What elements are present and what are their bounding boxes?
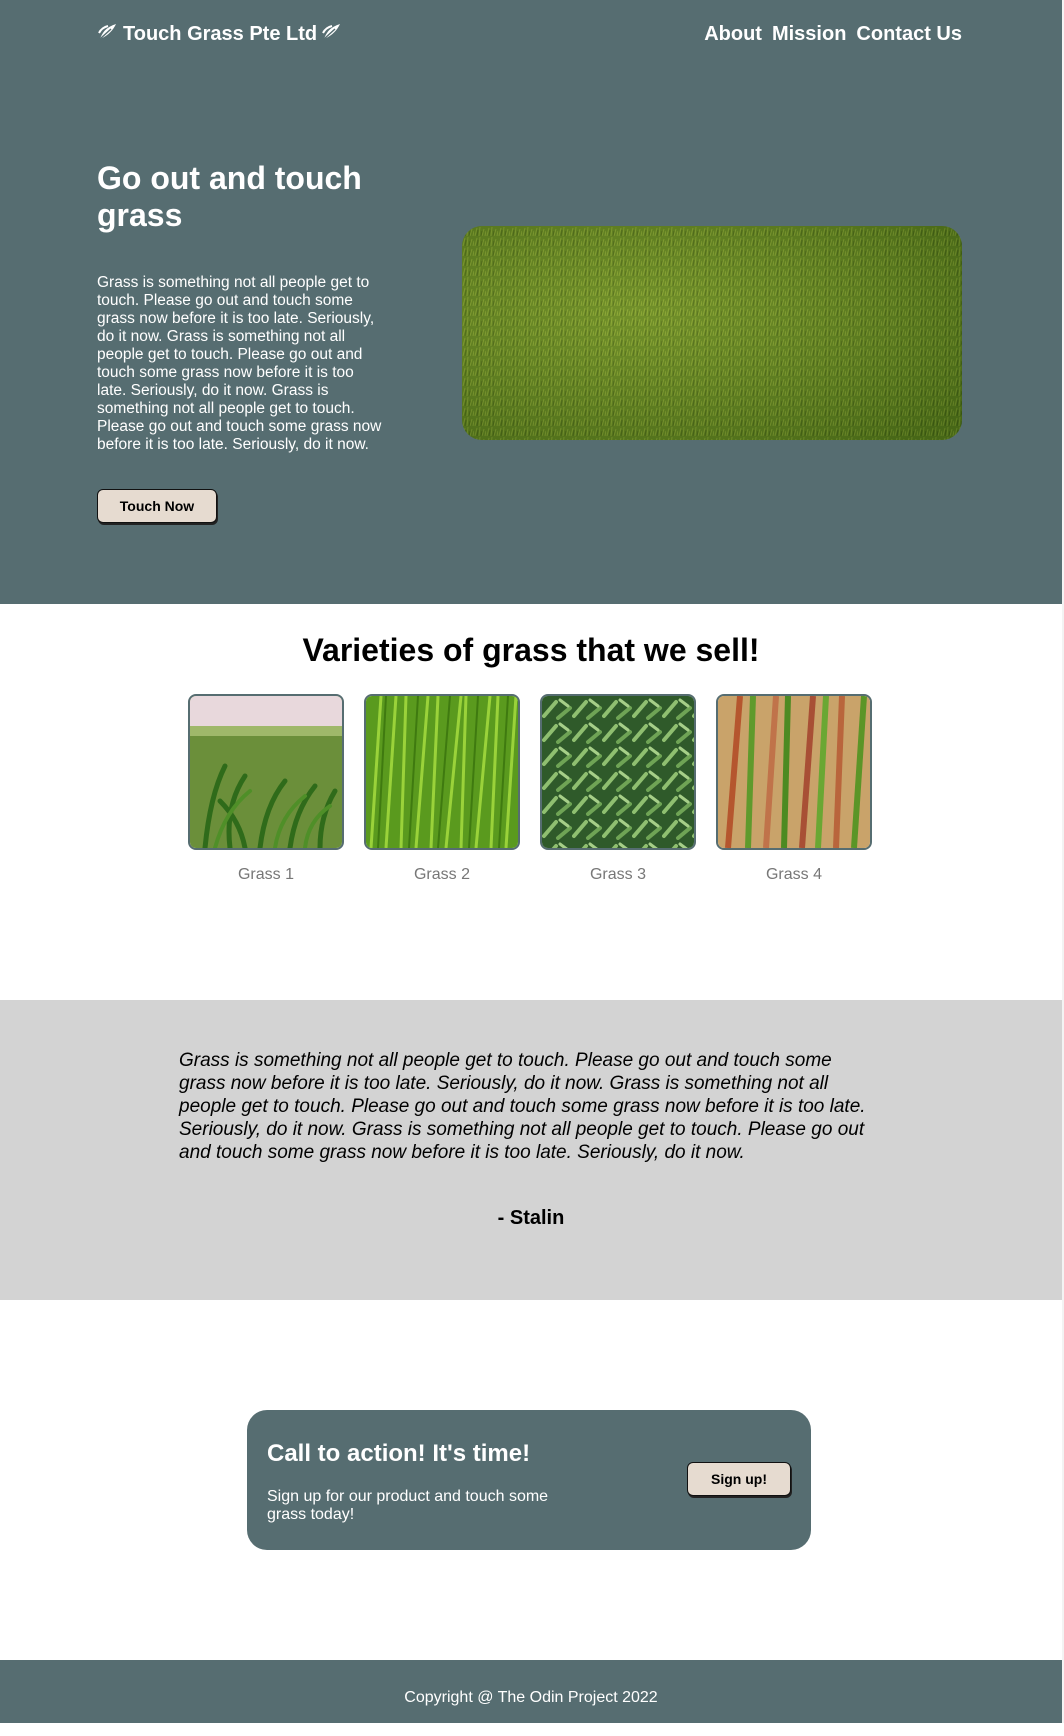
hero-title: Go out and touch grass xyxy=(97,160,362,233)
grass-3-label: Grass 3 xyxy=(589,866,646,883)
grass-4-image xyxy=(716,694,872,850)
hero-description: Grass is something not all people get to… xyxy=(97,274,382,453)
grass-1-label: Grass 1 xyxy=(237,866,294,883)
touch-now-button[interactable]: Touch Now xyxy=(97,489,217,523)
cta-title: Call to action! It's time! xyxy=(267,1440,531,1467)
grass-card[interactable]: Grass 2 xyxy=(364,694,520,884)
grass-2-label: Grass 2 xyxy=(413,866,470,883)
sign-up-button[interactable]: Sign up! xyxy=(687,1462,791,1496)
nav-link-about[interactable]: About xyxy=(704,23,762,46)
brand-name: Touch Grass Pte Ltd xyxy=(123,22,318,45)
site-footer: Copyright @ The Odin Project 2022 xyxy=(0,1660,1062,1723)
grass-card[interactable]: Grass 3 xyxy=(540,694,696,884)
grass-1-image xyxy=(188,694,344,850)
cta-description: Sign up for our product and touch some g… xyxy=(267,1488,549,1523)
grass-2-image xyxy=(364,694,520,850)
quote-author: - Stalin xyxy=(497,1207,565,1229)
grass-4-label: Grass 4 xyxy=(765,866,822,883)
copyright-text: Copyright @ The Odin Project 2022 xyxy=(404,1689,658,1706)
leaf-icon xyxy=(97,21,119,47)
main-nav: About Mission Contact Us xyxy=(704,23,962,46)
nav-link-contact-us[interactable]: Contact Us xyxy=(856,23,962,46)
hero-grass-image xyxy=(462,226,962,440)
grass-varieties-grid: Grass 1 Grass 2 Grass 3 Grass 4 xyxy=(188,694,872,884)
brand-logo[interactable]: Touch Grass Pte Ltd xyxy=(97,21,343,47)
site-header: Touch Grass Pte Ltd About Mission Contac… xyxy=(97,14,962,54)
quote-text: Grass is something not all people get to… xyxy=(179,1050,866,1163)
varieties-heading: Varieties of grass that we sell! xyxy=(302,632,760,668)
grass-3-image xyxy=(540,694,696,850)
nav-link-mission[interactable]: Mission xyxy=(772,23,846,46)
grass-card[interactable]: Grass 1 xyxy=(188,694,344,884)
grass-card[interactable]: Grass 4 xyxy=(716,694,872,884)
leaf-icon xyxy=(321,21,343,47)
call-to-action-box: Call to action! It's time! Sign up for o… xyxy=(247,1410,811,1550)
